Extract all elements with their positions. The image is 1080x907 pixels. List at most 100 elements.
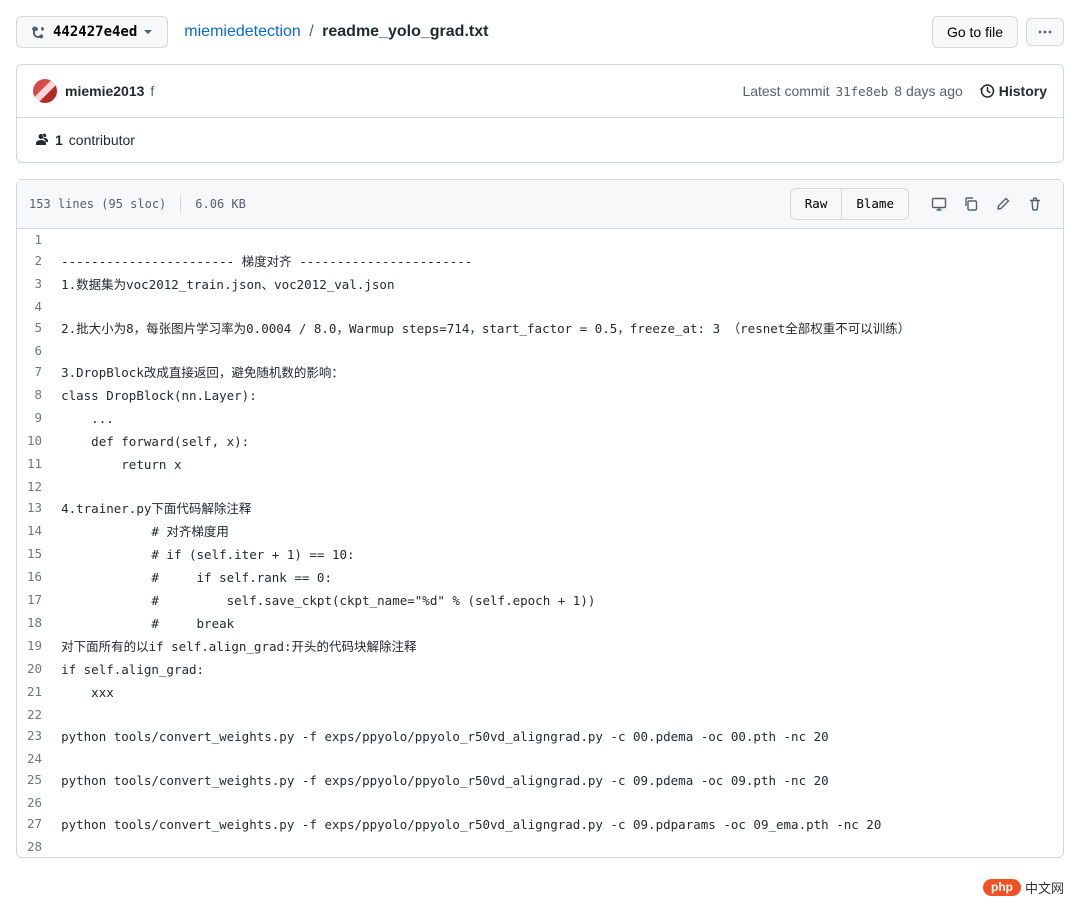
pencil-icon [995, 196, 1011, 212]
line-number[interactable]: 14 [17, 520, 60, 543]
code-line: 23python tools/convert_weights.py -f exp… [17, 725, 1063, 748]
code-line: 4 [17, 296, 1063, 317]
delete-button[interactable] [1019, 190, 1051, 218]
line-content [60, 836, 1063, 857]
divider [180, 195, 181, 213]
blame-button[interactable]: Blame [841, 188, 909, 220]
line-number[interactable]: 8 [17, 384, 60, 407]
line-content [60, 704, 1063, 725]
line-content [60, 476, 1063, 497]
contributors-row[interactable]: 1 contributor [17, 118, 1063, 162]
watermark-text: 中文网 [1025, 878, 1064, 897]
line-number[interactable]: 10 [17, 430, 60, 453]
line-content: python tools/convert_weights.py -f exps/… [60, 769, 1063, 792]
code-line: 9 ... [17, 407, 1063, 430]
code-table: 12----------------------- 梯度对齐 ---------… [17, 229, 1063, 857]
author-link[interactable]: miemie2013 [65, 83, 144, 99]
code-line: 17 # self.save_ckpt(ckpt_name="%d" % (se… [17, 589, 1063, 612]
line-number[interactable]: 17 [17, 589, 60, 612]
line-number[interactable]: 15 [17, 543, 60, 566]
line-content: return x [60, 453, 1063, 476]
edit-button[interactable] [987, 190, 1019, 218]
line-content: def forward(self, x): [60, 430, 1063, 453]
line-number[interactable]: 3 [17, 273, 60, 296]
code-body: 12----------------------- 梯度对齐 ---------… [17, 229, 1063, 857]
line-number[interactable]: 4 [17, 296, 60, 317]
line-number[interactable]: 12 [17, 476, 60, 497]
contributor-count: 1 [55, 132, 63, 148]
code-line: 14 # 对齐梯度用 [17, 520, 1063, 543]
line-number[interactable]: 24 [17, 748, 60, 769]
branch-icon [31, 24, 47, 40]
line-number[interactable]: 18 [17, 612, 60, 635]
line-content: 1.数据集为voc2012_train.json、voc2012_val.jso… [60, 273, 1063, 296]
watermark: php 中文网 [983, 878, 1064, 897]
line-number[interactable]: 1 [17, 229, 60, 250]
code-line: 20if self.align_grad: [17, 658, 1063, 681]
line-number[interactable]: 26 [17, 792, 60, 813]
line-content: xxx [60, 681, 1063, 704]
code-line: 73.DropBlock改成直接返回，避免随机数的影响： [17, 361, 1063, 384]
line-content [60, 792, 1063, 813]
code-line: 10 def forward(self, x): [17, 430, 1063, 453]
line-number[interactable]: 20 [17, 658, 60, 681]
line-content: ----------------------- 梯度对齐 -----------… [60, 250, 1063, 273]
line-number[interactable]: 2 [17, 250, 60, 273]
code-line: 25python tools/convert_weights.py -f exp… [17, 769, 1063, 792]
commit-message[interactable]: f [150, 83, 154, 99]
line-content: 4.trainer.py下面代码解除注释 [60, 497, 1063, 520]
line-content [60, 340, 1063, 361]
commit-row: miemie2013 f Latest commit 31fe8eb 8 day… [17, 65, 1063, 118]
line-number[interactable]: 6 [17, 340, 60, 361]
avatar[interactable] [33, 79, 57, 103]
raw-button[interactable]: Raw [790, 188, 843, 220]
line-number[interactable]: 23 [17, 725, 60, 748]
line-number[interactable]: 27 [17, 813, 60, 836]
line-number[interactable]: 16 [17, 566, 60, 589]
go-to-file-button[interactable]: Go to file [932, 16, 1018, 48]
line-number[interactable]: 25 [17, 769, 60, 792]
copy-button[interactable] [955, 190, 987, 218]
code-line: 134.trainer.py下面代码解除注释 [17, 497, 1063, 520]
code-line: 22 [17, 704, 1063, 725]
commit-meta: Latest commit 31fe8eb 8 days ago [742, 83, 962, 99]
code-line: 52.批大小为8，每张图片学习率为0.0004 / 8.0，Warmup ste… [17, 317, 1063, 340]
kebab-icon [1037, 24, 1053, 40]
code-line: 27python tools/convert_weights.py -f exp… [17, 813, 1063, 836]
line-number[interactable]: 7 [17, 361, 60, 384]
code-line: 31.数据集为voc2012_train.json、voc2012_val.js… [17, 273, 1063, 296]
line-number[interactable]: 9 [17, 407, 60, 430]
line-content: python tools/convert_weights.py -f exps/… [60, 813, 1063, 836]
code-line: 8class DropBlock(nn.Layer): [17, 384, 1063, 407]
lines-info: 153 lines (95 sloc) [29, 197, 166, 211]
line-number[interactable]: 5 [17, 317, 60, 340]
desktop-button[interactable] [923, 190, 955, 218]
line-content: # if (self.iter + 1) == 10: [60, 543, 1063, 566]
commit-sha[interactable]: 31fe8eb [836, 84, 889, 99]
history-button[interactable]: History [979, 83, 1047, 99]
branch-name: 442427e4ed [53, 22, 137, 42]
line-number[interactable]: 19 [17, 635, 60, 658]
line-number[interactable]: 13 [17, 497, 60, 520]
commit-age[interactable]: 8 days ago [894, 83, 963, 99]
commit-card: miemie2013 f Latest commit 31fe8eb 8 day… [16, 64, 1064, 163]
file-name: readme_yolo_grad.txt [322, 23, 488, 40]
history-icon [979, 83, 995, 99]
code-line: 19对下面所有的以if self.align_grad:开头的代码块解除注释 [17, 635, 1063, 658]
code-line: 6 [17, 340, 1063, 361]
repo-link[interactable]: miemiedetection [184, 23, 301, 40]
caret-down-icon [143, 27, 153, 37]
line-number[interactable]: 28 [17, 836, 60, 857]
line-number[interactable]: 22 [17, 704, 60, 725]
latest-commit-label: Latest commit [742, 83, 829, 99]
line-number[interactable]: 11 [17, 453, 60, 476]
more-options-button[interactable] [1026, 18, 1064, 46]
branch-select-button[interactable]: 442427e4ed [16, 16, 168, 48]
line-number[interactable]: 21 [17, 681, 60, 704]
breadcrumb: miemiedetection / readme_yolo_grad.txt [184, 23, 924, 41]
copy-icon [963, 196, 979, 212]
code-line: 11 return x [17, 453, 1063, 476]
file-header-row: 442427e4ed miemiedetection / readme_yolo… [16, 16, 1064, 48]
code-line: 15 # if (self.iter + 1) == 10: [17, 543, 1063, 566]
raw-blame-group: Raw Blame [790, 188, 909, 220]
